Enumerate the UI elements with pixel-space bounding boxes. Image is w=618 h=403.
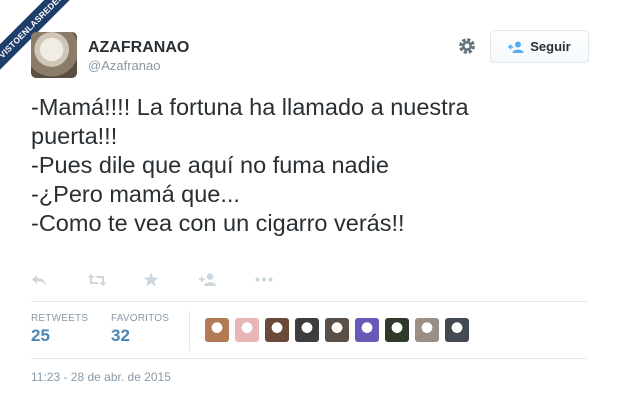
favoriter-avatar[interactable] (235, 318, 259, 342)
retweets-stat[interactable]: RETWEETS 25 (31, 313, 88, 346)
favorites-label: FAVORITOS (111, 313, 170, 324)
retweets-count: 25 (31, 326, 50, 345)
favoriter-avatar[interactable] (355, 318, 379, 342)
more-icon[interactable] (255, 277, 311, 282)
favoriter-avatar[interactable] (295, 318, 319, 342)
retweet-icon[interactable] (87, 273, 143, 287)
avatar[interactable] (31, 32, 77, 78)
divider (31, 301, 587, 302)
reply-icon[interactable] (31, 273, 87, 287)
favoriter-avatar[interactable] (385, 318, 409, 342)
favorite-icon[interactable] (143, 272, 199, 287)
favoriter-avatar[interactable] (445, 318, 469, 342)
retweets-label: RETWEETS (31, 313, 89, 324)
favoriter-avatars (205, 318, 469, 342)
gear-icon[interactable] (457, 36, 477, 56)
stats-separator (189, 311, 190, 351)
favoriter-avatar[interactable] (325, 318, 349, 342)
favoriter-avatar[interactable] (265, 318, 289, 342)
follow-icon[interactable] (199, 273, 255, 286)
follow-button[interactable]: Seguir (490, 30, 589, 63)
divider (31, 358, 587, 359)
favorites-count: 32 (111, 326, 130, 345)
timestamp[interactable]: 11:23 - 28 de abr. de 2015 (31, 370, 171, 384)
tweet-text: -Mamá!!!! La fortuna ha llamado a nuestr… (31, 94, 469, 236)
author-name[interactable]: AZAFRANAO (88, 39, 189, 57)
follow-button-label: Seguir (530, 39, 571, 54)
follow-icon (508, 41, 524, 53)
favoriter-avatar[interactable] (415, 318, 439, 342)
gear-icon-graphic (459, 38, 475, 54)
author-handle[interactable]: @Azafranao (88, 58, 160, 73)
favorites-stat[interactable]: FAVORITOS 32 (111, 313, 169, 346)
favoriter-avatar[interactable] (205, 318, 229, 342)
tweet-actions (31, 272, 311, 287)
